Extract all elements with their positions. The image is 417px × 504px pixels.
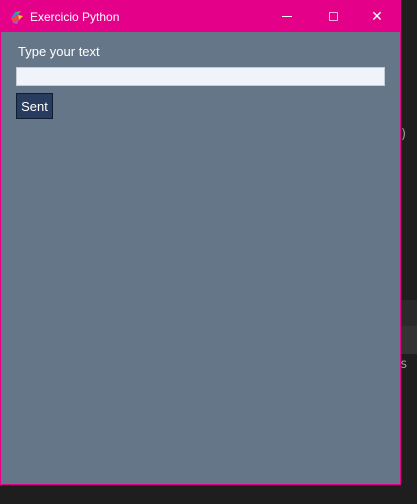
text-input[interactable]	[16, 67, 385, 86]
sent-button[interactable]: Sent	[16, 93, 53, 119]
window-title: Exercicio Python	[30, 10, 120, 24]
close-button[interactable]: ✕	[354, 1, 400, 32]
background-editor-strip	[401, 300, 417, 326]
maximize-button[interactable]	[310, 1, 356, 32]
title-bar[interactable]: Exercicio Python ✕	[1, 1, 400, 32]
prompt-label: Type your text	[18, 44, 100, 59]
minimize-button[interactable]	[264, 1, 310, 32]
minimize-icon	[282, 16, 292, 17]
python-feather-icon	[9, 9, 25, 25]
maximize-icon	[328, 12, 338, 21]
close-icon: ✕	[371, 8, 383, 25]
background-editor-strip	[401, 326, 417, 354]
app-window: Exercicio Python ✕ Type your text Sent	[0, 0, 401, 485]
window-content: Type your text Sent	[1, 32, 400, 484]
